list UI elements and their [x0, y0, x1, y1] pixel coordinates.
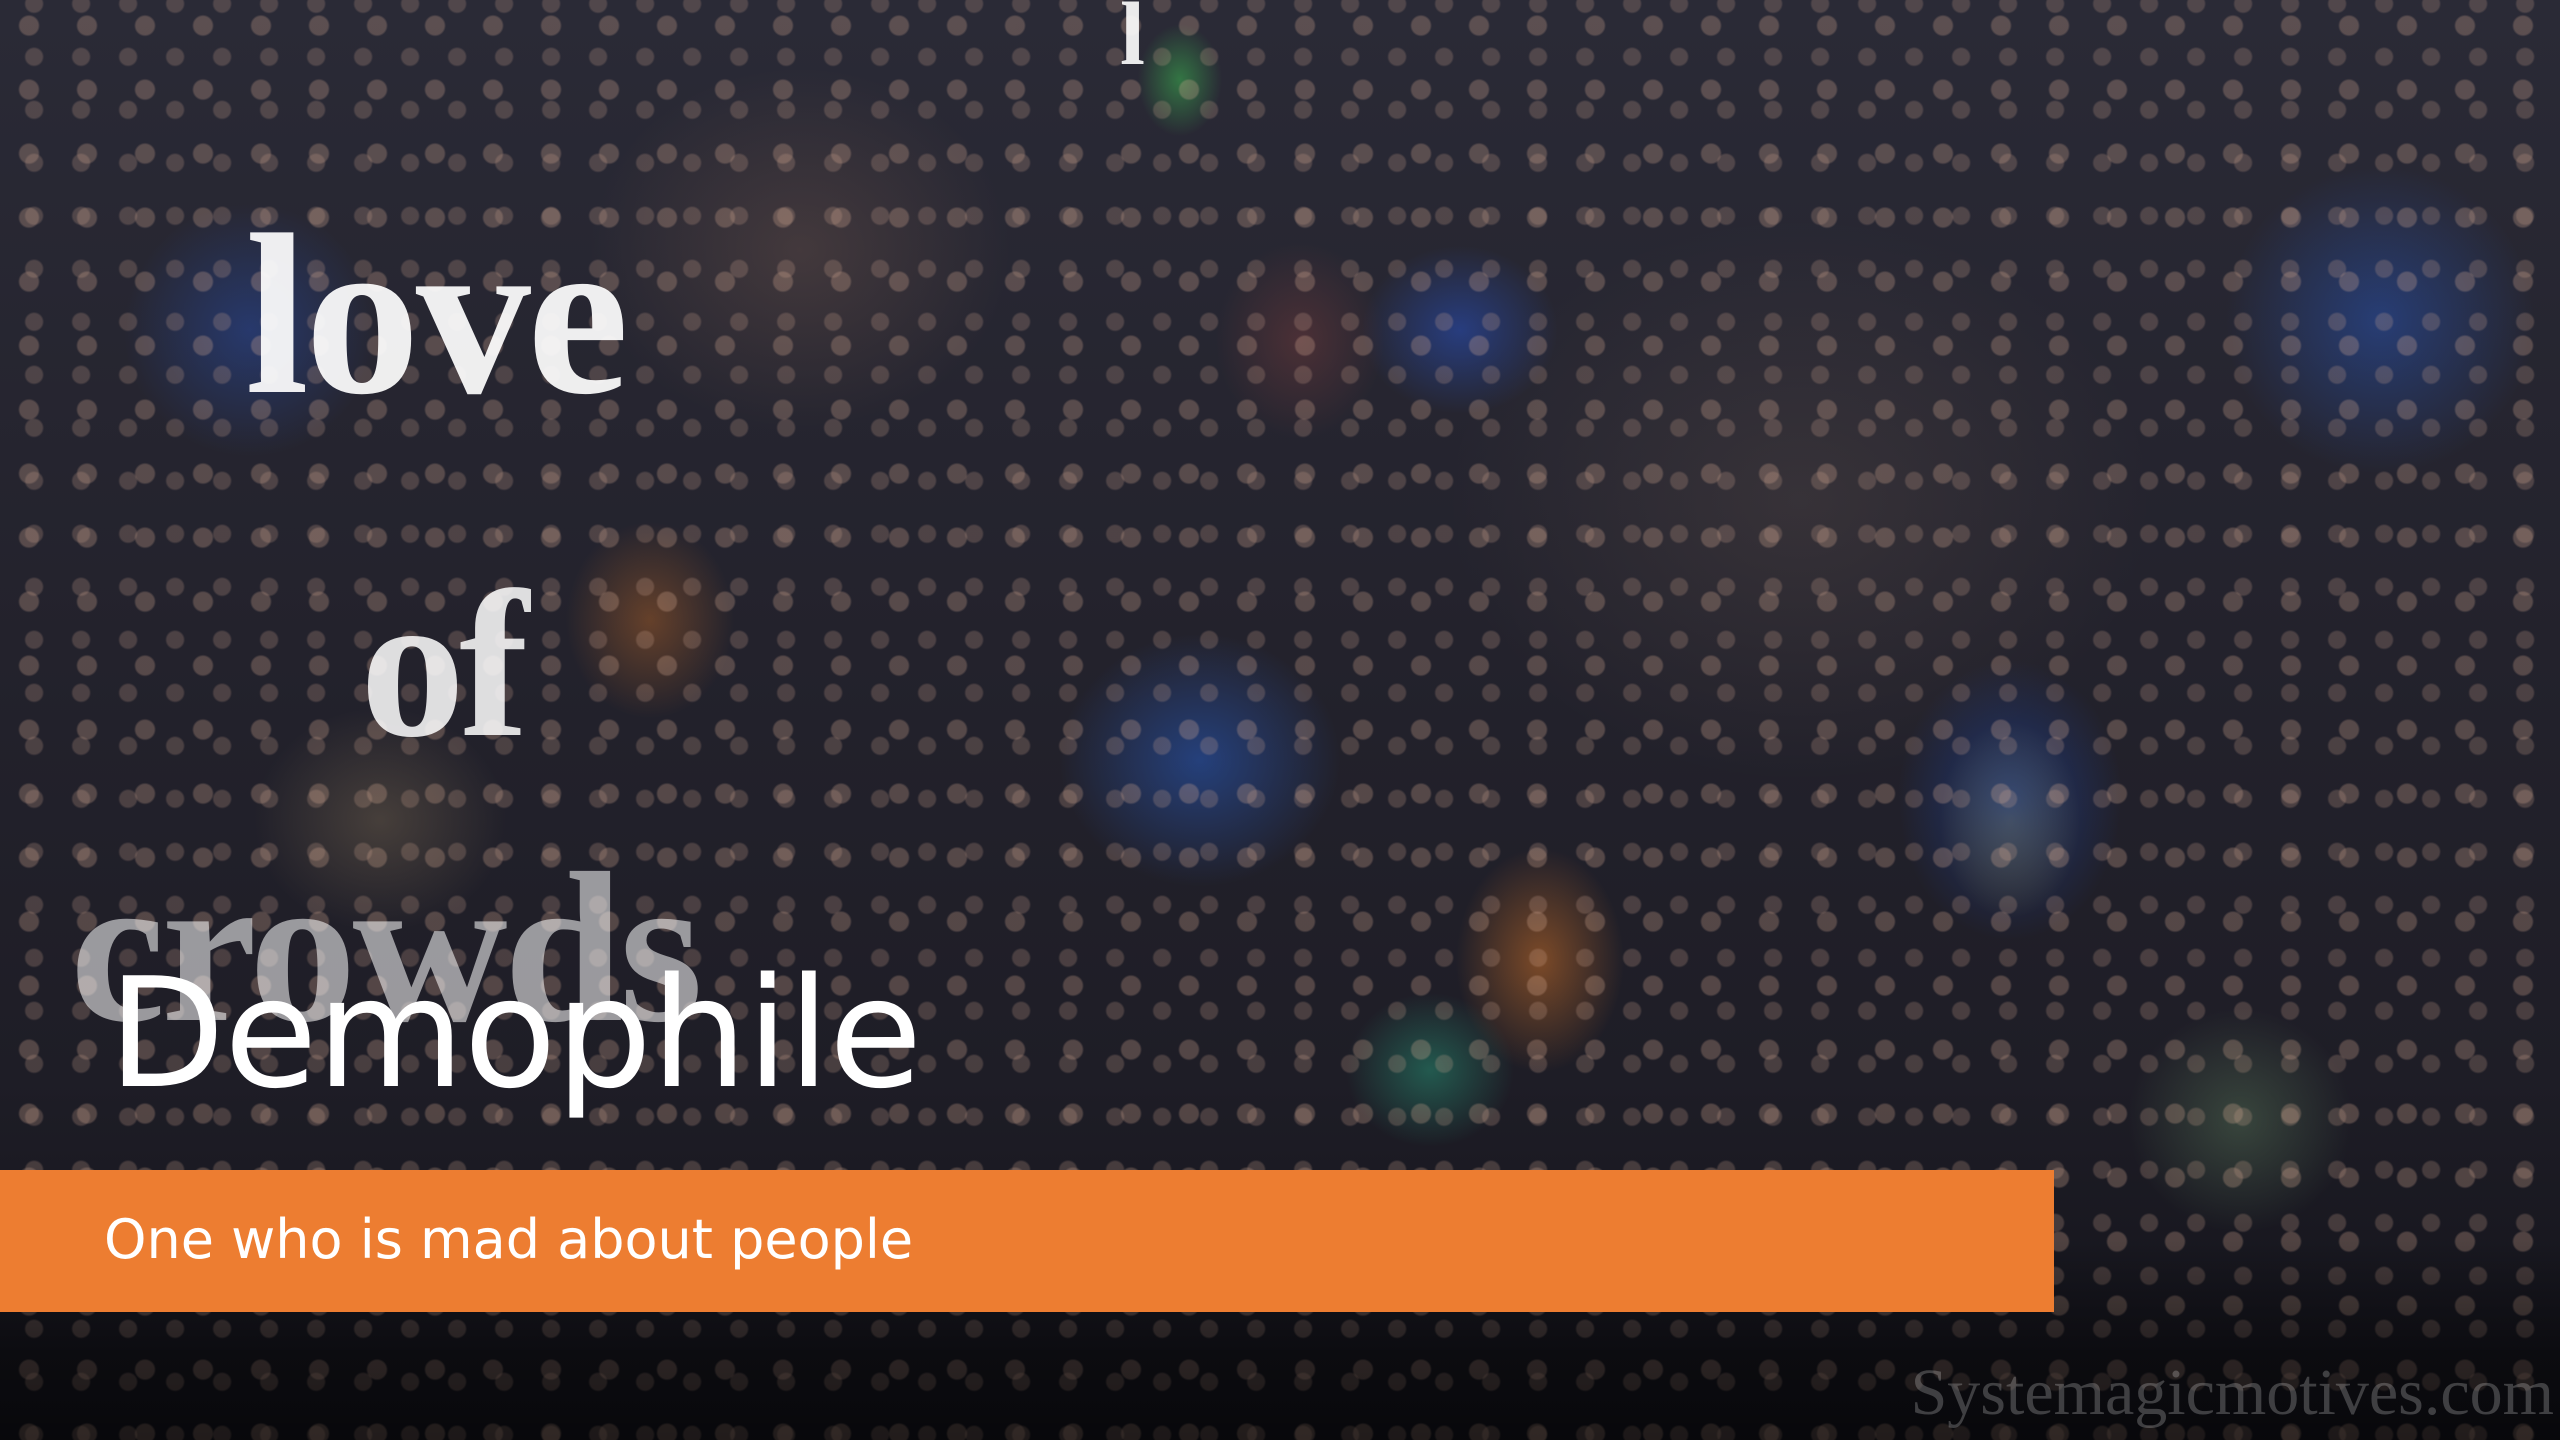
- slide: l love of crowds Systemagicmotives.com D…: [0, 0, 2560, 1440]
- photo-overlay-text-of: of: [360, 549, 529, 781]
- slide-title: Demophile: [108, 945, 922, 1122]
- photo-watermark: Systemagicmotives.com: [1910, 1356, 2554, 1429]
- photo-overlay-glyph: l: [1120, 0, 1146, 84]
- photo-overlay-text-love: love: [245, 187, 629, 442]
- slide-subtitle: One who is mad about people: [104, 1208, 914, 1271]
- subtitle-banner: One who is mad about people: [0, 1170, 2054, 1312]
